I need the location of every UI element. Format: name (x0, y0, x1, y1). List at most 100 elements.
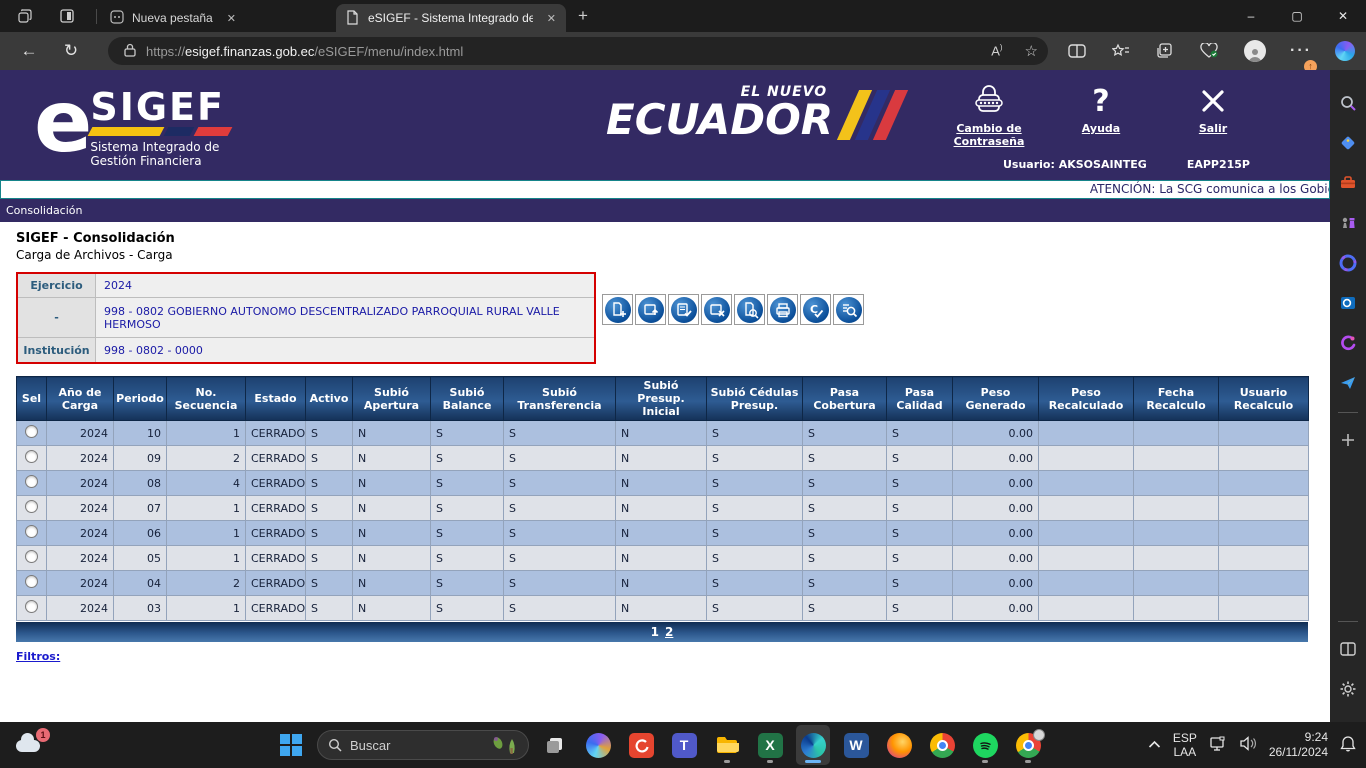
browser-essentials-icon[interactable] (1198, 40, 1220, 62)
row-select-radio[interactable] (25, 550, 38, 563)
refresh-icon[interactable]: ↻ (60, 40, 82, 62)
table-cell: S (886, 520, 953, 546)
upload-file-button[interactable] (635, 294, 666, 325)
form-value-entidad: 998 - 0802 GOBIERNO AUTONOMO DESCENTRALI… (104, 304, 560, 331)
read-aloud-icon[interactable]: A) (991, 43, 1002, 58)
help-button[interactable]: ? Ayuda (1062, 80, 1140, 148)
table-cell: 1 (166, 420, 246, 446)
copilot-taskbar-button[interactable] (581, 725, 615, 765)
column-header: Pasa Calidad (886, 376, 953, 421)
row-select-radio[interactable] (25, 500, 38, 513)
tab-actions-icon[interactable] (58, 7, 76, 25)
split-screen-icon[interactable] (1066, 40, 1088, 62)
row-select-radio[interactable] (25, 425, 38, 438)
user-label: Usuario: AKSOSAINTEG (1003, 158, 1147, 171)
exit-button[interactable]: Salir (1174, 80, 1252, 148)
favorite-star-icon[interactable]: ☆ (1025, 42, 1038, 60)
change-password-button[interactable]: Cambio de Contraseña (950, 80, 1028, 148)
menu-consolidacion[interactable]: Consolidación (0, 199, 1330, 222)
cancel-file-button[interactable] (701, 294, 732, 325)
query-button[interactable] (833, 294, 864, 325)
row-select-radio[interactable] (25, 525, 38, 538)
plus-icon[interactable] (1333, 425, 1363, 455)
search-icon[interactable] (1333, 88, 1363, 118)
table-cell: S (430, 470, 504, 496)
sidebar-divider (1338, 621, 1358, 622)
word-taskbar-button[interactable]: W (839, 725, 873, 765)
settings-gear-icon[interactable] (1333, 674, 1363, 704)
favorites-icon[interactable] (1110, 40, 1132, 62)
settings-menu-icon[interactable]: ··· ↑ (1290, 40, 1317, 73)
weather-widget[interactable]: 1 (14, 728, 50, 760)
tab-nueva-pestana[interactable]: Nueva pestaña ✕ (100, 4, 332, 32)
preview-file-button[interactable] (734, 294, 765, 325)
notification-bell-icon[interactable] (1340, 735, 1356, 755)
tab-esigef[interactable]: eSIGEF - Sistema Integrado de G ✕ (336, 4, 566, 32)
pdf-app-taskbar-button[interactable] (624, 725, 658, 765)
address-bar[interactable]: https://esigef.finanzas.gob.ec/eSIGEF/me… (108, 37, 1048, 65)
page-number-link[interactable]: 2 (665, 625, 673, 639)
nuevo-ecuador-logo: EL NUEVO ECUADOR (606, 84, 909, 144)
minimize-button[interactable]: – (1228, 0, 1274, 32)
edge-taskbar-button[interactable] (796, 725, 830, 765)
gov-logo-main: ECUADOR (606, 95, 834, 144)
browser-titlebar: Nueva pestaña ✕ eSIGEF - Sistema Integra… (0, 0, 1366, 32)
drop-icon[interactable] (1333, 328, 1363, 358)
spotify-taskbar-button[interactable] (968, 725, 1002, 765)
validate-file-button[interactable] (668, 294, 699, 325)
excel-taskbar-button[interactable]: X (753, 725, 787, 765)
firefox-taskbar-button[interactable] (882, 725, 916, 765)
paper-plane-icon[interactable] (1333, 368, 1363, 398)
table-cell: CERRADO (245, 570, 306, 596)
tab-close-icon[interactable]: ✕ (547, 12, 556, 25)
profile-avatar[interactable] (1244, 40, 1266, 62)
copilot-icon[interactable] (1334, 40, 1356, 62)
print-button[interactable] (767, 294, 798, 325)
row-select-radio[interactable] (25, 450, 38, 463)
back-icon[interactable]: ← (18, 40, 40, 62)
close-button[interactable]: ✕ (1320, 0, 1366, 32)
chrome-profile-taskbar-button[interactable] (1011, 725, 1045, 765)
toolbox-icon[interactable] (1333, 168, 1363, 198)
language-indicator[interactable]: ESP LAA (1173, 731, 1197, 759)
clock-widget[interactable]: 9:24 26/11/2024 (1269, 730, 1328, 760)
maximize-button[interactable]: ▢ (1274, 0, 1320, 32)
start-button[interactable] (274, 728, 308, 762)
task-view-taskbar-button[interactable] (538, 725, 572, 765)
filters-link[interactable]: Filtros: (16, 650, 60, 663)
cell-sel (16, 470, 47, 496)
row-select-radio[interactable] (25, 575, 38, 588)
volume-icon[interactable] (1239, 736, 1257, 754)
file-explorer-taskbar-button[interactable] (710, 725, 744, 765)
row-select-radio[interactable] (25, 600, 38, 613)
environment-label: EAPP215P (1186, 158, 1250, 171)
taskbar-search[interactable]: Buscar (317, 730, 529, 760)
workspaces-icon[interactable] (16, 7, 34, 25)
table-cell: S (886, 420, 953, 446)
chrome-taskbar-button[interactable] (925, 725, 959, 765)
shopping-tag-icon[interactable] (1333, 128, 1363, 158)
outlook-icon[interactable] (1333, 288, 1363, 318)
collections-icon[interactable] (1154, 40, 1176, 62)
games-icon[interactable] (1333, 208, 1363, 238)
panel-icon[interactable] (1333, 634, 1363, 664)
tray-time: 9:24 (1304, 730, 1328, 744)
table-cell: 0.00 (952, 470, 1039, 496)
row-select-radio[interactable] (25, 475, 38, 488)
page-title: SIGEF - Consolidación (16, 231, 175, 246)
tray-chevron-icon[interactable] (1148, 738, 1161, 752)
table-cell: 03 (113, 595, 167, 621)
teams-taskbar-button[interactable]: T (667, 725, 701, 765)
form-label-entidad: - (18, 298, 96, 337)
new-tab-button[interactable]: + (578, 6, 588, 26)
approve-button[interactable]: C (800, 294, 831, 325)
table-cell: S (305, 570, 353, 596)
lock-icon (124, 43, 136, 60)
m365-icon[interactable] (1333, 248, 1363, 278)
create-file-button[interactable] (602, 294, 633, 325)
table-cell (1218, 495, 1309, 521)
table-cell: N (615, 445, 707, 471)
column-header: Sel (16, 376, 47, 421)
network-icon[interactable] (1209, 736, 1227, 755)
tab-close-icon[interactable]: ✕ (227, 12, 236, 25)
